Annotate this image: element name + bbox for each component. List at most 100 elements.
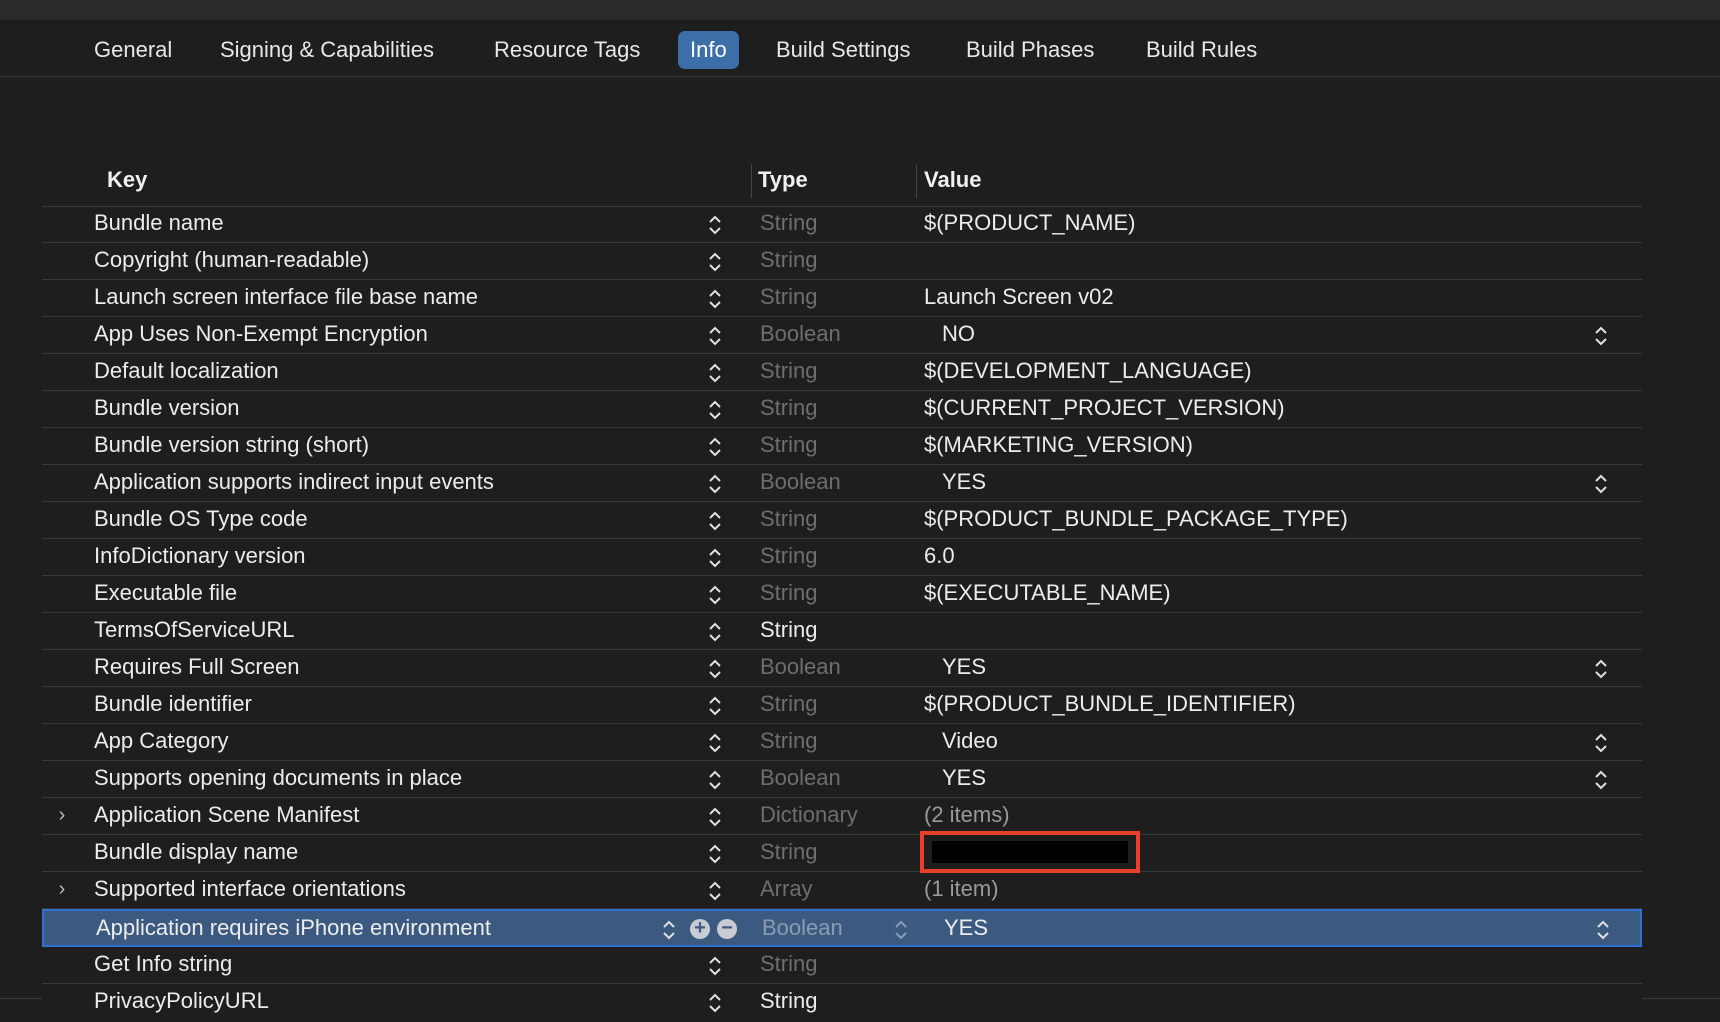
row-key[interactable]: Supported interface orientations — [94, 872, 406, 908]
row-value-popup[interactable]: NO — [942, 317, 975, 353]
row-type[interactable]: String — [760, 280, 817, 316]
row-value-popup[interactable]: YES — [942, 650, 986, 686]
row-type[interactable]: Boolean — [760, 317, 841, 353]
row-key[interactable]: Application supports indirect input even… — [94, 465, 494, 501]
row-type[interactable]: Boolean — [760, 465, 841, 501]
row-type[interactable]: String — [760, 984, 817, 1020]
row-value[interactable]: $(PRODUCT_BUNDLE_IDENTIFIER) — [924, 687, 1296, 723]
row-type[interactable]: String — [760, 947, 817, 983]
column-separator[interactable] — [916, 164, 917, 198]
column-header-type[interactable]: Type — [758, 160, 808, 206]
table-row[interactable]: Bundle name String $(PRODUCT_NAME) — [42, 206, 1642, 243]
up-down-chevron-icon[interactable] — [708, 509, 722, 533]
table-row[interactable]: Default localization String $(DEVELOPMEN… — [42, 354, 1642, 391]
table-row[interactable]: InfoDictionary version String 6.0 — [42, 539, 1642, 576]
table-row[interactable]: Bundle OS Type code String $(PRODUCT_BUN… — [42, 502, 1642, 539]
row-type[interactable]: Dictionary — [760, 798, 858, 834]
row-type[interactable]: Boolean — [760, 650, 841, 686]
row-type[interactable]: String — [760, 539, 817, 575]
row-key[interactable]: Application requires iPhone environment — [96, 911, 491, 947]
row-key[interactable]: Bundle identifier — [94, 687, 252, 723]
disclosure-chevron-icon[interactable]: › — [52, 872, 72, 908]
up-down-chevron-icon[interactable] — [1594, 472, 1608, 496]
up-down-chevron-icon[interactable] — [662, 918, 676, 942]
row-value[interactable]: $(DEVELOPMENT_LANGUAGE) — [924, 354, 1252, 390]
up-down-chevron-icon[interactable] — [708, 472, 722, 496]
row-key[interactable]: App Category — [94, 724, 229, 760]
row-key[interactable]: Supports opening documents in place — [94, 761, 462, 797]
table-row[interactable]: › Supported interface orientations Array… — [42, 872, 1642, 909]
up-down-chevron-icon[interactable] — [708, 768, 722, 792]
row-value[interactable]: $(PRODUCT_BUNDLE_PACKAGE_TYPE) — [924, 502, 1348, 538]
up-down-chevron-icon[interactable] — [708, 287, 722, 311]
up-down-chevron-icon[interactable] — [708, 213, 722, 237]
column-separator[interactable] — [751, 164, 752, 198]
row-key[interactable]: Launch screen interface file base name — [94, 280, 478, 316]
row-value[interactable]: $(EXECUTABLE_NAME) — [924, 576, 1171, 612]
table-row[interactable]: Bundle identifier String $(PRODUCT_BUNDL… — [42, 687, 1642, 724]
table-row[interactable]: App Category String Video — [42, 724, 1642, 761]
row-type[interactable]: String — [760, 502, 817, 538]
column-header-key[interactable]: Key — [107, 160, 147, 206]
row-type[interactable]: String — [760, 354, 817, 390]
row-value[interactable]: Launch Screen v02 — [924, 280, 1114, 316]
tab-info[interactable]: Info — [678, 31, 739, 69]
plus-circle-icon[interactable]: + — [690, 918, 710, 939]
row-type[interactable]: String — [760, 613, 817, 649]
table-row[interactable]: PrivacyPolicyURL String — [42, 984, 1642, 1020]
up-down-chevron-icon[interactable] — [1594, 731, 1608, 755]
row-type[interactable]: Boolean — [760, 761, 841, 797]
row-key[interactable]: Bundle name — [94, 206, 224, 242]
row-key[interactable]: App Uses Non-Exempt Encryption — [94, 317, 428, 353]
row-key[interactable]: Executable file — [94, 576, 237, 612]
row-value[interactable]: 6.0 — [924, 539, 955, 575]
row-key[interactable]: Application Scene Manifest — [94, 798, 359, 834]
row-value-popup[interactable]: YES — [944, 911, 988, 947]
minus-circle-icon[interactable]: − — [717, 918, 737, 939]
row-value[interactable]: $(MARKETING_VERSION) — [924, 428, 1193, 464]
table-row[interactable]: Bundle version string (short) String $(M… — [42, 428, 1642, 465]
up-down-chevron-icon[interactable] — [708, 842, 722, 866]
row-value[interactable]: (1 item) — [924, 872, 999, 908]
up-down-chevron-icon[interactable] — [708, 361, 722, 385]
up-down-chevron-icon[interactable] — [708, 546, 722, 570]
table-row[interactable]: › Application Scene Manifest Dictionary … — [42, 798, 1642, 835]
up-down-chevron-icon[interactable] — [1594, 324, 1608, 348]
row-value[interactable]: (2 items) — [924, 798, 1010, 834]
tab-build-rules[interactable]: Build Rules — [1134, 31, 1269, 69]
row-type[interactable]: String — [760, 428, 817, 464]
row-key[interactable]: InfoDictionary version — [94, 539, 306, 575]
up-down-chevron-icon[interactable] — [708, 250, 722, 274]
row-key[interactable]: TermsOfServiceURL — [94, 613, 294, 649]
up-down-chevron-icon[interactable] — [708, 324, 722, 348]
row-value-popup[interactable]: YES — [942, 761, 986, 797]
up-down-chevron-icon[interactable] — [1594, 657, 1608, 681]
row-key[interactable]: Get Info string — [94, 947, 232, 983]
table-row[interactable]: Bundle version String $(CURRENT_PROJECT_… — [42, 391, 1642, 428]
up-down-chevron-icon[interactable] — [1594, 768, 1608, 792]
table-row[interactable]: Launch screen interface file base name S… — [42, 280, 1642, 317]
up-down-chevron-icon[interactable] — [708, 879, 722, 903]
up-down-chevron-icon[interactable] — [708, 583, 722, 607]
up-down-chevron-icon[interactable] — [708, 657, 722, 681]
table-row-selected[interactable]: Application requires iPhone environment … — [42, 909, 1642, 947]
row-type[interactable]: String — [760, 206, 817, 242]
tab-resource-tags[interactable]: Resource Tags — [482, 31, 652, 69]
row-type[interactable]: String — [760, 687, 817, 723]
row-key[interactable]: Bundle OS Type code — [94, 502, 308, 538]
table-row[interactable]: TermsOfServiceURL String — [42, 613, 1642, 650]
disclosure-chevron-icon[interactable]: › — [52, 798, 72, 834]
table-row[interactable]: Requires Full Screen Boolean YES — [42, 650, 1642, 687]
table-row[interactable]: Executable file String $(EXECUTABLE_NAME… — [42, 576, 1642, 613]
table-row[interactable]: App Uses Non-Exempt Encryption Boolean N… — [42, 317, 1642, 354]
row-type[interactable]: Array — [760, 872, 813, 908]
tab-build-settings[interactable]: Build Settings — [764, 31, 923, 69]
up-down-chevron-icon[interactable] — [708, 805, 722, 829]
row-type[interactable]: String — [760, 724, 817, 760]
table-row[interactable]: Supports opening documents in place Bool… — [42, 761, 1642, 798]
row-key[interactable]: Default localization — [94, 354, 279, 390]
row-key[interactable]: Copyright (human-readable) — [94, 243, 369, 279]
up-down-chevron-icon[interactable] — [708, 954, 722, 978]
up-down-chevron-icon[interactable] — [708, 731, 722, 755]
row-value-popup[interactable]: YES — [942, 465, 986, 501]
